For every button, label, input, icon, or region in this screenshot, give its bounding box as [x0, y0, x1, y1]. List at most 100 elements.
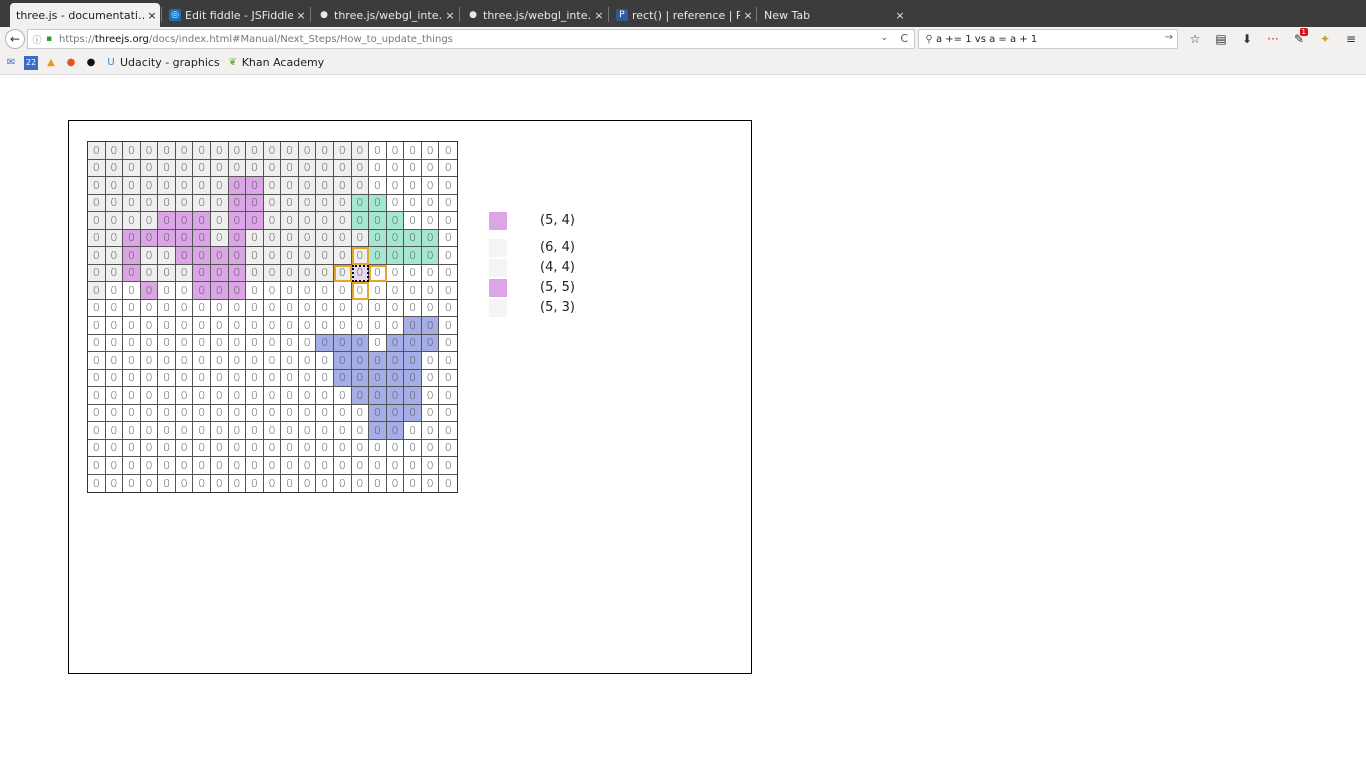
grid-cell: 0: [298, 282, 317, 300]
tab-close-icon[interactable]: ×: [740, 9, 756, 22]
tab-close-icon[interactable]: ×: [293, 9, 309, 22]
grid-cell: 0: [193, 352, 211, 370]
lastpass-icon[interactable]: ···: [1260, 31, 1286, 47]
grid-cell: 0: [369, 247, 387, 265]
grid-cell: 0: [281, 439, 299, 457]
legend-swatch: [489, 239, 507, 257]
grid-cell: 0: [210, 439, 229, 457]
bookmark-label[interactable]: Khan Academy: [242, 56, 325, 69]
info-icon[interactable]: ⓘ: [31, 33, 43, 46]
menu-icon[interactable]: ≡: [1338, 31, 1364, 47]
tab-title: New Tab: [764, 8, 811, 22]
grid-cell: 0: [439, 142, 457, 160]
grid-cell: 0: [246, 247, 264, 265]
bookmark-label[interactable]: Udacity - graphics: [120, 56, 220, 69]
grid-cell: 0: [421, 247, 440, 265]
grid-cell: 0: [193, 194, 211, 212]
bookmark-star-icon[interactable]: ☆: [1182, 31, 1208, 47]
browser-tab[interactable]: Prect() | reference | P…×: [610, 3, 756, 27]
grid-cell: 0: [281, 387, 299, 405]
address-bar[interactable]: ⓘ ▪ https://threejs.org/docs/index.html#…: [27, 29, 915, 49]
grid-cell: 0: [140, 282, 159, 300]
grid-cell: 0: [351, 299, 370, 317]
grid-cell: 0: [88, 422, 106, 440]
orange-circle-icon[interactable]: ●: [64, 56, 78, 70]
reload-icon[interactable]: C: [900, 32, 908, 45]
grid-cell: 0: [439, 405, 457, 422]
grid-cell: 0: [263, 317, 282, 335]
tab-close-icon[interactable]: ×: [892, 9, 908, 22]
grid-cell: 0: [421, 457, 440, 475]
grid-cell: 0: [140, 422, 159, 440]
grid-cell: 0: [263, 387, 282, 405]
grid-cell: 0: [175, 334, 194, 352]
tab-close-icon[interactable]: ×: [591, 9, 607, 22]
udacity-icon[interactable]: U: [104, 56, 118, 70]
grid-cell: 0: [210, 404, 229, 422]
grid-cell: 0: [281, 457, 299, 475]
grid-cell: 0: [334, 474, 352, 492]
search-go-icon[interactable]: →: [1165, 32, 1173, 43]
github-icon[interactable]: ●: [84, 56, 98, 70]
url-dropdown-icon[interactable]: ⌄: [880, 33, 888, 43]
grid-cell: 0: [404, 387, 422, 405]
grid-cell: 0: [158, 352, 176, 370]
grid-cell: 0: [281, 212, 299, 230]
grid-cell: 0: [316, 352, 334, 370]
tab-separator: [756, 7, 757, 22]
grid-cell: 0: [105, 299, 124, 317]
browser-tab[interactable]: three.js - documentati… ×: [10, 3, 160, 27]
grid-cell: 0: [439, 387, 457, 405]
grid-cell: 0: [246, 229, 264, 247]
grid-cell: 0: [404, 142, 422, 160]
grid-cell: 0: [386, 159, 405, 177]
search-bar[interactable]: ⚲ a += 1 vs a = a + 1 →: [918, 29, 1178, 49]
grid-cell: 0: [88, 474, 106, 492]
grid-cell: 0: [105, 334, 124, 352]
bookmark-star-icon-glyph: ☆: [1189, 32, 1201, 46]
extension-icon[interactable]: ✦: [1312, 31, 1338, 47]
grid-cell: 0: [333, 422, 352, 440]
grid-cell: 0: [351, 229, 370, 247]
grid-cell: 0: [105, 212, 124, 230]
grid-cell: 0: [404, 457, 422, 475]
grid-cell: 0: [193, 474, 211, 492]
download-icon[interactable]: ⬇: [1234, 31, 1260, 47]
calendar-icon[interactable]: 22: [24, 55, 38, 70]
legend-label: (4, 4): [540, 260, 575, 275]
grid-cell: 0: [228, 317, 247, 335]
grid-cell: 0: [404, 352, 422, 370]
grid-cell: 0: [210, 317, 229, 335]
grid-cell: 0: [88, 317, 106, 335]
grid-cell: 0: [193, 282, 211, 300]
drive-icon[interactable]: ▲: [44, 56, 58, 70]
grid-cell: 0: [140, 317, 159, 335]
tab-close-icon[interactable]: ×: [144, 9, 160, 22]
browser-tab[interactable]: ● three.js/webgl_inte… ×: [461, 3, 607, 27]
search-input[interactable]: a += 1 vs a = a + 1: [936, 34, 1037, 45]
browser-tab[interactable]: New Tab ×: [758, 3, 908, 27]
extension-badge-icon[interactable]: ✎ 1: [1286, 28, 1312, 47]
browser-tab[interactable]: ◎ Edit fiddle - JSFiddle ×: [163, 3, 309, 27]
mail-icon[interactable]: ✉: [4, 56, 18, 70]
legend-item: (4, 4): [489, 258, 609, 278]
grid-cell: 0: [333, 457, 352, 475]
grid-cell: 0: [105, 352, 124, 370]
grid-cell: 0: [333, 229, 352, 247]
grid-cell: 0: [175, 352, 194, 370]
grid-cell: 0: [158, 142, 176, 160]
grid-cell: 0: [140, 299, 159, 317]
grid-cell: 0: [158, 387, 176, 405]
tab-close-icon[interactable]: ×: [442, 9, 458, 22]
grid-cell: 0: [88, 299, 106, 317]
grid-cell: 0: [281, 194, 299, 212]
browser-tab[interactable]: ● three.js/webgl_inte… ×: [312, 3, 458, 27]
grid-cell: 0: [263, 352, 282, 370]
clipboard-icon[interactable]: ▤: [1208, 31, 1234, 47]
url-text[interactable]: https://threejs.org/docs/index.html#Manu…: [59, 34, 453, 45]
khan-leaf-icon[interactable]: ❦: [226, 56, 240, 70]
grid-cell: 0: [105, 457, 124, 475]
bookmarks-bar: ✉ 22 ▲ ● ● U Udacity - graphics ❦ Khan Academy: [0, 51, 1366, 75]
back-button[interactable]: ←: [5, 29, 25, 49]
grid-cell: 0: [421, 369, 440, 387]
